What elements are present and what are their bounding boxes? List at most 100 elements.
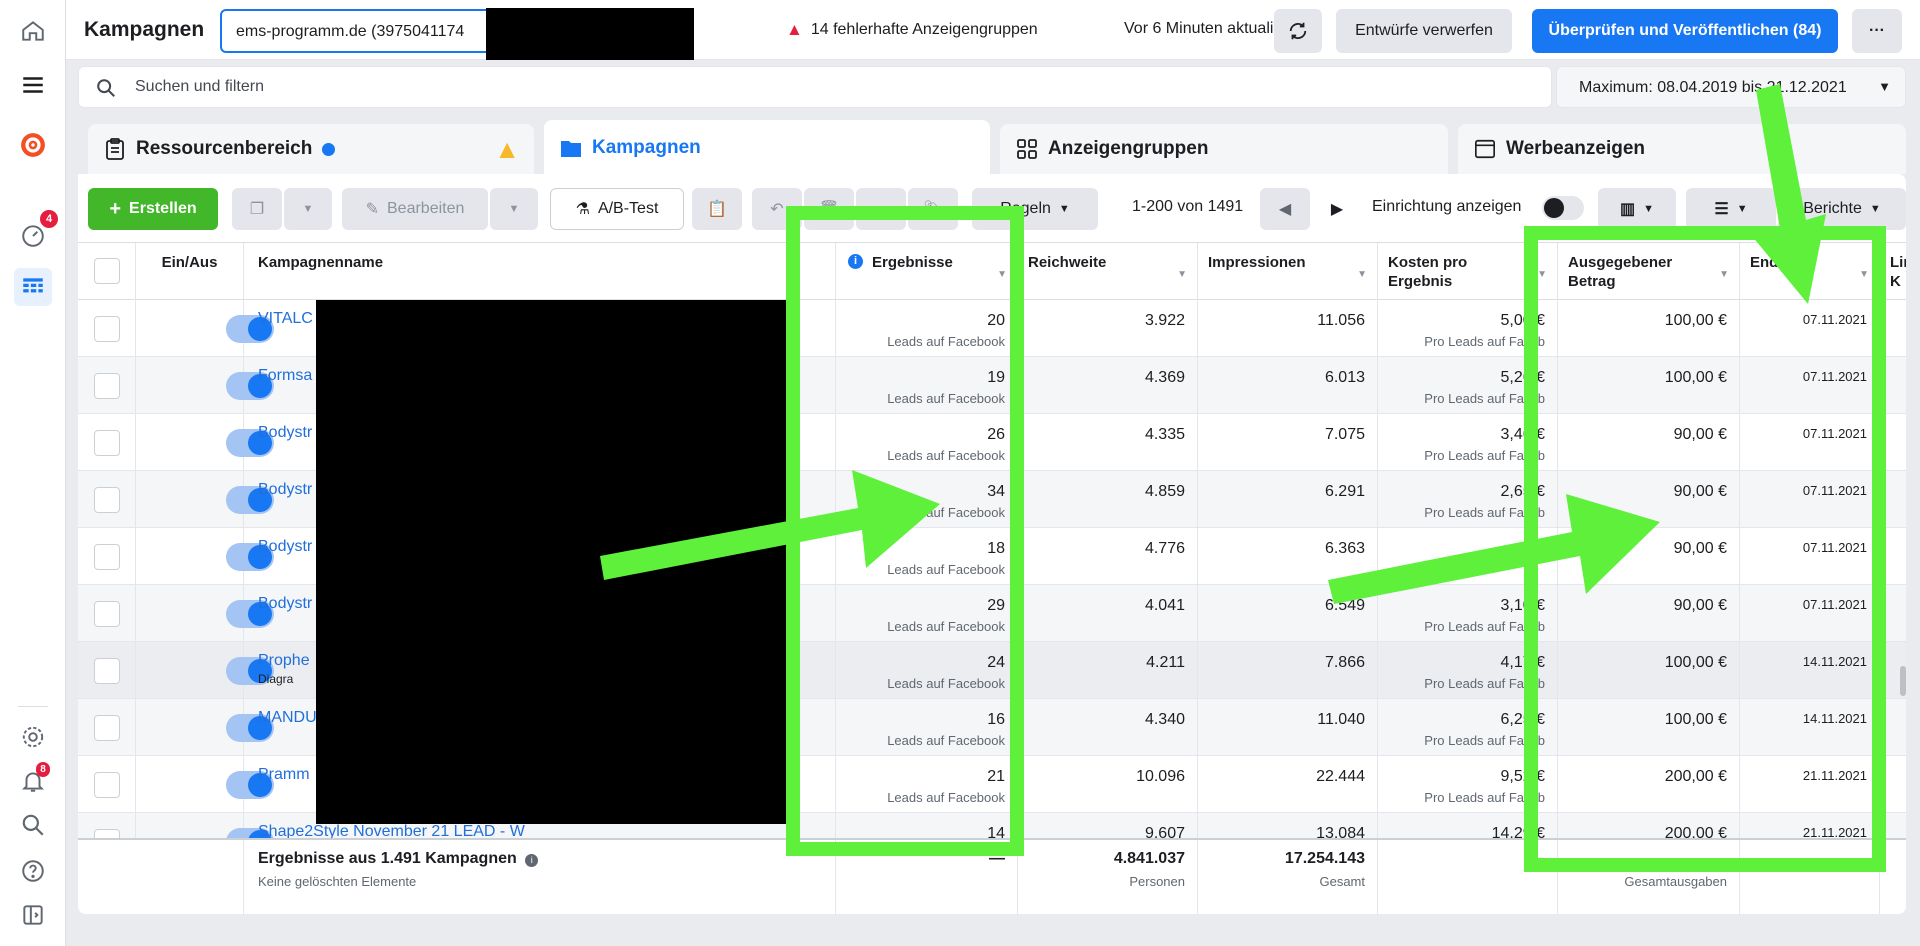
totals-reach: 4.841.037 Personen: [1018, 840, 1198, 914]
collapse-panel-icon[interactable]: [14, 896, 52, 934]
more-options-button[interactable]: ···: [1852, 9, 1902, 53]
row-checkbox[interactable]: [94, 487, 120, 513]
row-select-cell: [78, 756, 136, 813]
edit-dropdown-button[interactable]: ▼: [490, 188, 538, 230]
create-button[interactable]: + Erstellen: [88, 188, 218, 230]
row-checkbox[interactable]: [94, 829, 120, 838]
ad-window-icon: [1474, 138, 1496, 160]
row-toggle-cell: [136, 642, 274, 699]
reach-cell: 10.096: [1018, 756, 1198, 813]
reach-value: 4.335: [1144, 426, 1185, 443]
reports-button[interactable]: Berichte ▼: [1778, 188, 1906, 230]
campaign-name-link[interactable]: Bodystr: [258, 538, 312, 555]
vertical-scrollbar[interactable]: [1900, 666, 1906, 696]
header-select-cell: [78, 243, 136, 301]
reach-cell: 4.340: [1018, 699, 1198, 756]
date-range-picker[interactable]: Maximum: 08.04.2019 bis 21.12.2021 ▼: [1556, 66, 1906, 108]
campaign-name-link[interactable]: VITALC: [258, 310, 313, 327]
totals-impressions-sub: Gesamt: [1319, 874, 1365, 889]
header-onoff[interactable]: Ein/Aus: [136, 243, 244, 301]
home-icon[interactable]: [14, 12, 52, 50]
row-toggle-cell: [136, 414, 274, 471]
totals-impressions: 17.254.143 Gesamt: [1198, 840, 1378, 914]
campaign-name-link[interactable]: Formsa: [258, 367, 312, 384]
edit-button[interactable]: ✎ Bearbeiten: [342, 188, 488, 230]
row-toggle-cell: [136, 585, 274, 642]
columns-button[interactable]: ▥ ▼: [1598, 188, 1676, 230]
undo-icon: ↶: [770, 201, 784, 218]
breakdown-icon: ☰: [1714, 201, 1729, 218]
search-placeholder: Suchen und filtern: [135, 78, 264, 95]
row-select-cell: [78, 414, 136, 471]
row-checkbox[interactable]: [94, 316, 120, 342]
row-checkbox[interactable]: [94, 601, 120, 627]
totals-reach-value: 4.841.037: [1113, 850, 1185, 867]
row-checkbox[interactable]: [94, 715, 120, 741]
refresh-button[interactable]: [1274, 9, 1322, 53]
clipboard-button[interactable]: 📋: [692, 188, 742, 230]
impressions-cell: 7.075: [1198, 414, 1378, 471]
campaign-name-link[interactable]: MANDU: [258, 709, 317, 726]
campaign-name-link[interactable]: Bodystr: [258, 481, 312, 498]
clipboard-icon: [104, 138, 126, 160]
row-checkbox[interactable]: [94, 772, 120, 798]
cost-type: Pro Leads auf Faceb: [1424, 619, 1545, 634]
search-icon: [97, 79, 115, 97]
tab-campaigns[interactable]: Kampagnen: [544, 120, 990, 176]
error-warning[interactable]: ▲ 14 fehlerhafte Anzeigengruppen: [786, 20, 1038, 40]
bell-badge: 8: [36, 762, 50, 777]
totals-label: Ergebnisse aus 1.491 Kampagnen: [258, 850, 517, 867]
tab-adsets[interactable]: Anzeigengruppen: [1000, 124, 1448, 174]
search-icon[interactable]: [14, 806, 52, 844]
header-cost-line2: Ergebnis: [1388, 273, 1453, 290]
reach-value: 10.096: [1136, 768, 1185, 785]
header-reach[interactable]: Reichweite ▼: [1018, 243, 1198, 301]
info-icon: i: [525, 854, 539, 867]
tab-resources[interactable]: Ressourcenbereich ▲: [88, 124, 534, 174]
discard-drafts-button[interactable]: Entwürfe verwerfen: [1336, 9, 1512, 53]
row-checkbox[interactable]: [94, 544, 120, 570]
next-page-button[interactable]: ▶: [1312, 188, 1362, 230]
duplicate-button[interactable]: ❐: [232, 188, 282, 230]
row-checkbox[interactable]: [94, 430, 120, 456]
duplicate-icon: ❐: [249, 201, 265, 218]
menu-icon[interactable]: [14, 66, 52, 104]
campaign-name-link[interactable]: Prophe: [258, 652, 310, 669]
cost-type: Pro Leads auf Faceb: [1424, 505, 1545, 520]
setup-toggle[interactable]: [1542, 196, 1584, 220]
prev-page-button[interactable]: ◀: [1260, 188, 1310, 230]
impressions-value: 6.549: [1324, 597, 1365, 614]
breakdown-button[interactable]: ☰ ▼: [1686, 188, 1776, 230]
campaign-name-link[interactable]: Pramm: [258, 766, 310, 783]
header-name[interactable]: Kampagnenname: [244, 243, 836, 301]
search-filter-bar[interactable]: Suchen und filtern: [78, 66, 1552, 108]
settings-gear-icon[interactable]: [14, 718, 52, 756]
duplicate-dropdown-button[interactable]: ▼: [284, 188, 332, 230]
row-select-cell: [78, 357, 136, 414]
campaign-name-link[interactable]: Bodystr: [258, 595, 312, 612]
campaigns-table-icon[interactable]: [14, 268, 52, 306]
caret-down-icon: ▼: [1878, 79, 1891, 94]
cost-type: Pro Leads auf Faceb: [1424, 676, 1545, 691]
campaign-name-link[interactable]: Shape2Style November 21 LEAD - W: [258, 823, 525, 838]
warning-triangle-icon: ▲: [786, 20, 803, 39]
campaign-name-link[interactable]: Bodystr: [258, 424, 312, 441]
impressions-cell: 22.444: [1198, 756, 1378, 813]
impressions-value: 6.291: [1324, 483, 1365, 500]
review-publish-button[interactable]: Überprüfen und Veröffentlichen (84): [1532, 9, 1838, 53]
ads-manager-logo-icon[interactable]: [14, 126, 52, 164]
date-range-label: Maximum: 08.04.2019 bis 21.12.2021: [1579, 79, 1847, 96]
tab-ads[interactable]: Werbeanzeigen: [1458, 124, 1906, 174]
row-checkbox[interactable]: [94, 658, 120, 684]
row-select-cell: [78, 300, 136, 357]
impressions-value: 7.866: [1324, 654, 1365, 671]
ab-test-button[interactable]: ⚗ A/B-Test: [550, 188, 684, 230]
impressions-cell: 6.363: [1198, 528, 1378, 585]
reach-value: 4.859: [1144, 483, 1185, 500]
header-impressions[interactable]: Impressionen ▼: [1198, 243, 1378, 301]
reach-cell: 4.859: [1018, 471, 1198, 528]
row-checkbox[interactable]: [94, 373, 120, 399]
top-header: Kampagnen ems-programm.de (3975041174 ▲ …: [66, 0, 1920, 60]
select-all-checkbox[interactable]: [94, 258, 120, 284]
help-icon[interactable]: [14, 852, 52, 890]
